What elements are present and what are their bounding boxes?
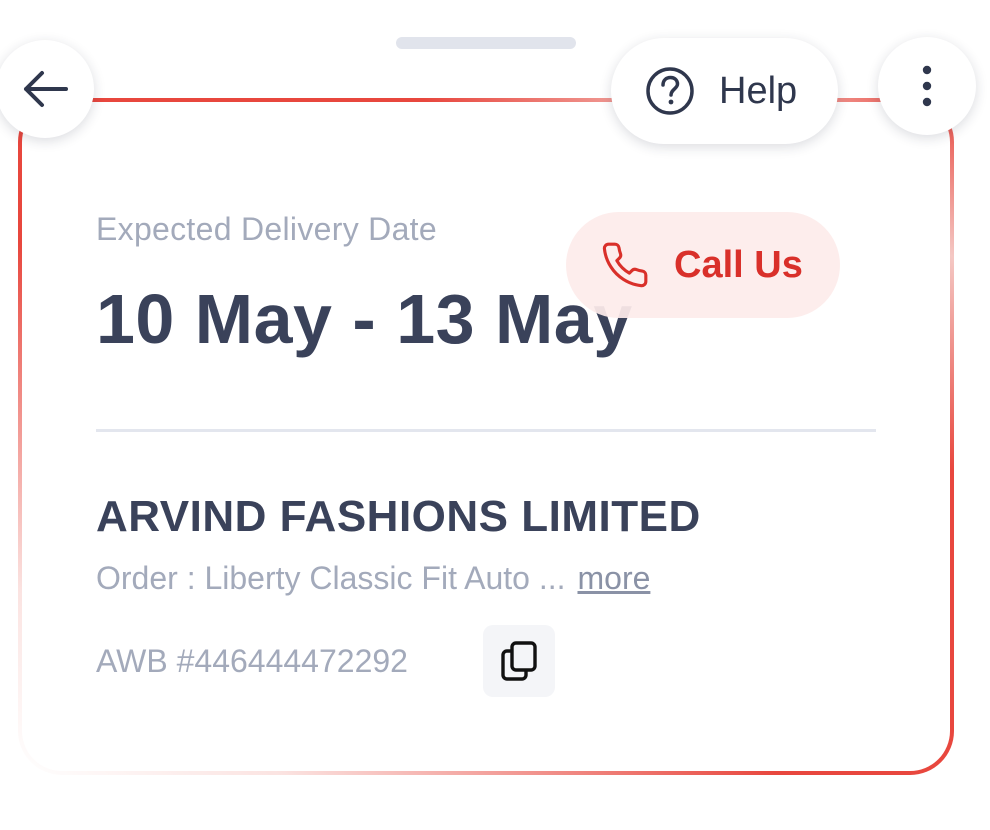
order-summary: Order : Liberty Classic Fit Auto ... more bbox=[96, 560, 650, 597]
more-vertical-icon bbox=[921, 64, 933, 108]
call-us-label: Call Us bbox=[674, 243, 803, 286]
delivery-date-range: 10 May - 13 May bbox=[96, 280, 633, 358]
order-tracking-screen: Help Expected Delivery Date 10 May - 13 … bbox=[0, 0, 990, 830]
awb-number: AWB #446444472292 bbox=[96, 643, 408, 679]
help-button[interactable]: Help bbox=[611, 38, 838, 144]
more-options-button[interactable] bbox=[878, 37, 976, 135]
call-us-button[interactable]: Call Us bbox=[566, 212, 840, 318]
back-button[interactable] bbox=[0, 40, 94, 138]
question-circle-icon bbox=[645, 66, 695, 116]
arrow-left-icon bbox=[20, 69, 70, 109]
expected-delivery-label: Expected Delivery Date bbox=[96, 211, 437, 247]
sheet-drag-handle[interactable] bbox=[396, 37, 576, 49]
section-divider bbox=[96, 429, 876, 432]
copy-icon bbox=[499, 640, 539, 682]
order-text: Order : Liberty Classic Fit Auto ... bbox=[96, 560, 566, 596]
more-link[interactable]: more bbox=[577, 560, 650, 596]
help-label: Help bbox=[719, 69, 798, 112]
phone-icon bbox=[600, 240, 650, 290]
seller-name: ARVIND FASHIONS LIMITED bbox=[96, 492, 701, 541]
copy-awb-button[interactable] bbox=[483, 625, 555, 697]
